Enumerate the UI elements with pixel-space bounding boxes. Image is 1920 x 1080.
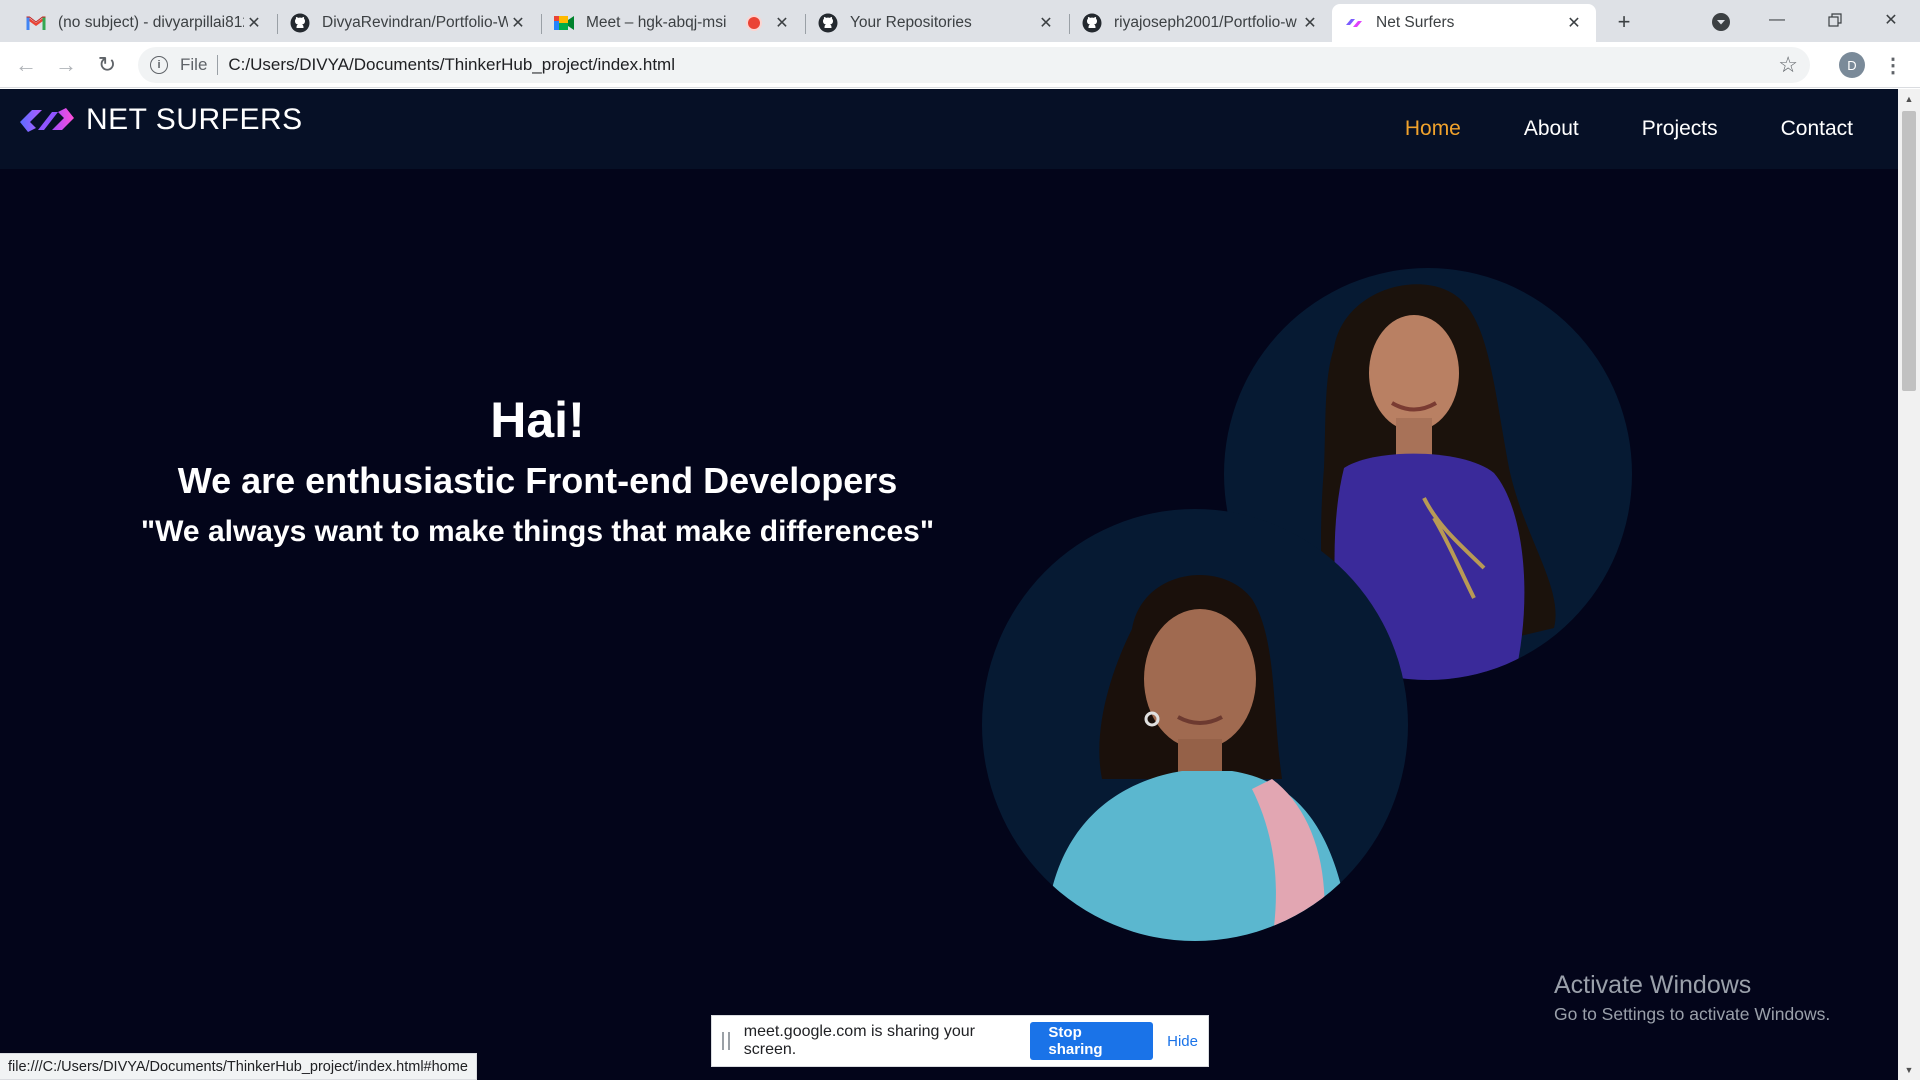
site-navbar: NET SURFERS Home About Projects Contact	[0, 89, 1898, 169]
nav-link-projects[interactable]: Projects	[1642, 117, 1718, 141]
github-icon	[818, 13, 838, 33]
tab-gmail[interactable]: (no subject) - divyarpillai812 ✕	[14, 4, 276, 42]
info-icon[interactable]: i	[150, 56, 168, 74]
hero-text: Hai! We are enthusiastic Front-end Devel…	[0, 389, 1075, 553]
tab-github-divya[interactable]: DivyaRevindran/Portfolio-W ✕	[278, 4, 540, 42]
tab-your-repositories[interactable]: Your Repositories ✕	[806, 4, 1068, 42]
address-bar[interactable]: i File C:/Users/DIVYA/Documents/ThinkerH…	[138, 47, 1810, 83]
net-surfers-logo-icon	[20, 108, 74, 132]
person-portrait-image	[1032, 575, 1362, 941]
stop-sharing-button[interactable]: Stop sharing	[1030, 1022, 1154, 1060]
scroll-down-arrow-icon[interactable]: ▼	[1898, 1060, 1920, 1080]
close-icon[interactable]: ✕	[1036, 13, 1056, 33]
restore-icon[interactable]	[1806, 0, 1864, 40]
browser-toolbar: ← → ↻ i File C:/Users/DIVYA/Documents/Th…	[0, 42, 1920, 88]
gmail-icon	[26, 13, 46, 33]
reload-icon[interactable]: ↻	[91, 49, 123, 81]
windows-activation-watermark: Activate Windows Go to Settings to activ…	[1554, 971, 1830, 1025]
tab-title: riyajoseph2001/Portfolio-w	[1114, 14, 1297, 31]
nav-link-contact[interactable]: Contact	[1781, 117, 1853, 141]
site-logo[interactable]: NET SURFERS	[18, 103, 303, 137]
hero-greeting: Hai!	[490, 392, 585, 448]
tab-title: Net Surfers	[1376, 14, 1455, 31]
screen-share-bar: meet.google.com is sharing your screen. …	[711, 1015, 1209, 1067]
hero-subtitle: We are enthusiastic Front-end Developers	[177, 460, 898, 501]
address-scheme: File	[180, 55, 208, 74]
back-icon[interactable]: ←	[10, 49, 42, 81]
tab-strip: (no subject) - divyarpillai812 ✕ DivyaRe…	[0, 0, 1920, 42]
page-scrollbar[interactable]: ▲ ▼	[1898, 89, 1920, 1080]
scroll-up-arrow-icon[interactable]: ▲	[1898, 89, 1920, 109]
github-icon	[290, 13, 310, 33]
forward-icon[interactable]: →	[50, 49, 82, 81]
new-tab-icon[interactable]: +	[1610, 8, 1638, 36]
close-icon[interactable]: ✕	[1300, 13, 1320, 33]
drag-handle-icon[interactable]	[722, 1032, 730, 1050]
tab-title: DivyaRevindran/Portfolio-W	[322, 14, 508, 31]
tab-title: Meet – hgk-abqj-msi	[586, 14, 727, 31]
close-icon[interactable]: ✕	[508, 13, 528, 33]
site-menu: Home About Projects Contact	[1342, 89, 1853, 169]
minimize-icon[interactable]: —	[1748, 0, 1806, 40]
hero-quote: "We always want to make things that make…	[140, 515, 935, 548]
profile-avatar[interactable]: D	[1839, 52, 1865, 78]
browser-menu-icon[interactable]: ⋮	[1880, 52, 1906, 78]
page-viewport: NET SURFERS Home About Projects Contact …	[0, 89, 1898, 1080]
meet-icon	[554, 13, 574, 33]
tab-title: Your Repositories	[850, 14, 972, 31]
status-bubble-url: file:///C:/Users/DIVYA/Documents/Thinker…	[0, 1053, 477, 1080]
watermark-title: Activate Windows	[1554, 971, 1752, 999]
scrollbar-thumb[interactable]	[1902, 111, 1916, 391]
hide-share-bar-button[interactable]: Hide	[1167, 1033, 1198, 1050]
close-icon[interactable]: ✕	[1564, 13, 1584, 33]
close-icon[interactable]: ✕	[772, 13, 792, 33]
share-message: meet.google.com is sharing your screen.	[743, 1023, 976, 1058]
tab-search-icon[interactable]	[1707, 8, 1735, 36]
brand-name: NET SURFERS	[86, 103, 303, 136]
github-icon	[1082, 13, 1102, 33]
tab-github-riya[interactable]: riyajoseph2001/Portfolio-w ✕	[1070, 4, 1332, 42]
nav-link-about[interactable]: About	[1524, 117, 1579, 141]
tab-net-surfers[interactable]: Net Surfers ✕	[1332, 4, 1596, 42]
address-url[interactable]: C:/Users/DIVYA/Documents/ThinkerHub_proj…	[228, 55, 675, 75]
close-icon[interactable]: ✕	[244, 13, 264, 33]
address-divider	[217, 55, 219, 75]
net-surfers-icon	[1344, 13, 1364, 33]
tab-meet[interactable]: Meet – hgk-abqj-msi ✕	[542, 4, 804, 42]
recording-indicator-icon	[748, 17, 760, 29]
watermark-subtitle: Go to Settings to activate Windows.	[1554, 1004, 1831, 1024]
bookmark-star-icon[interactable]: ☆	[1778, 52, 1798, 78]
nav-link-home[interactable]: Home	[1405, 117, 1461, 141]
window-close-icon[interactable]: ✕	[1862, 0, 1920, 40]
team-photo-2	[982, 509, 1408, 941]
tab-title: (no subject) - divyarpillai812	[58, 14, 244, 31]
